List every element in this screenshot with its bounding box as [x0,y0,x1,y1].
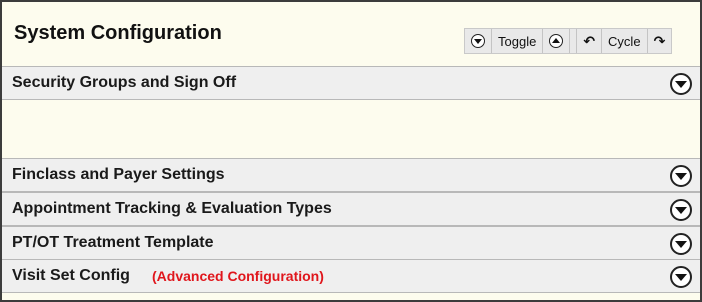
system-configuration-panel: System Configuration Toggle ↶ Cycle ↷ Se… [0,0,702,302]
chevron-down-circle-icon[interactable] [670,73,692,95]
section-body-security-groups [2,100,700,158]
section-title: Security Groups and Sign Off [12,74,237,91]
chevron-down-circle-icon[interactable] [670,233,692,255]
section-title: Appointment Tracking & Evaluation Types [12,200,332,217]
redo-arrow-icon: ↷ [653,33,666,49]
page-title: System Configuration [14,22,222,44]
chevron-down-icon [471,34,485,48]
chevron-up-icon [549,34,564,48]
undo-arrow-icon: ↶ [583,33,596,49]
cycle-forward-button[interactable]: ↷ [648,29,672,53]
section-header-ptot-template[interactable]: PT/OT Treatment Template [2,226,700,260]
section-header-appointment-tracking[interactable]: Appointment Tracking & Evaluation Types [2,192,700,226]
section-title: Visit Set Config [12,267,130,284]
cycle-back-button[interactable]: ↶ [576,29,603,53]
collapse-all-button[interactable] [465,29,492,53]
section-header-security-groups[interactable]: Security Groups and Sign Off [2,66,700,100]
section-title: PT/OT Treatment Template [12,234,214,251]
section-title: Finclass and Payer Settings [12,166,225,183]
section-header-finclass-payer[interactable]: Finclass and Payer Settings [2,158,700,192]
chevron-down-circle-icon[interactable] [670,199,692,221]
panel-footer [2,293,700,300]
expand-all-button[interactable] [543,29,571,53]
advanced-configuration-note: (Advanced Configuration) [152,268,324,284]
cycle-button[interactable]: Cycle [602,29,648,53]
section-toolbar: Toggle ↶ Cycle ↷ [464,28,673,54]
toggle-button[interactable]: Toggle [492,29,544,53]
section-header-visit-set-config[interactable]: Visit Set Config (Advanced Configuration… [2,259,700,293]
chevron-down-circle-icon[interactable] [670,266,692,288]
panel-header: System Configuration Toggle ↶ Cycle ↷ [2,2,700,66]
chevron-down-circle-icon[interactable] [670,165,692,187]
